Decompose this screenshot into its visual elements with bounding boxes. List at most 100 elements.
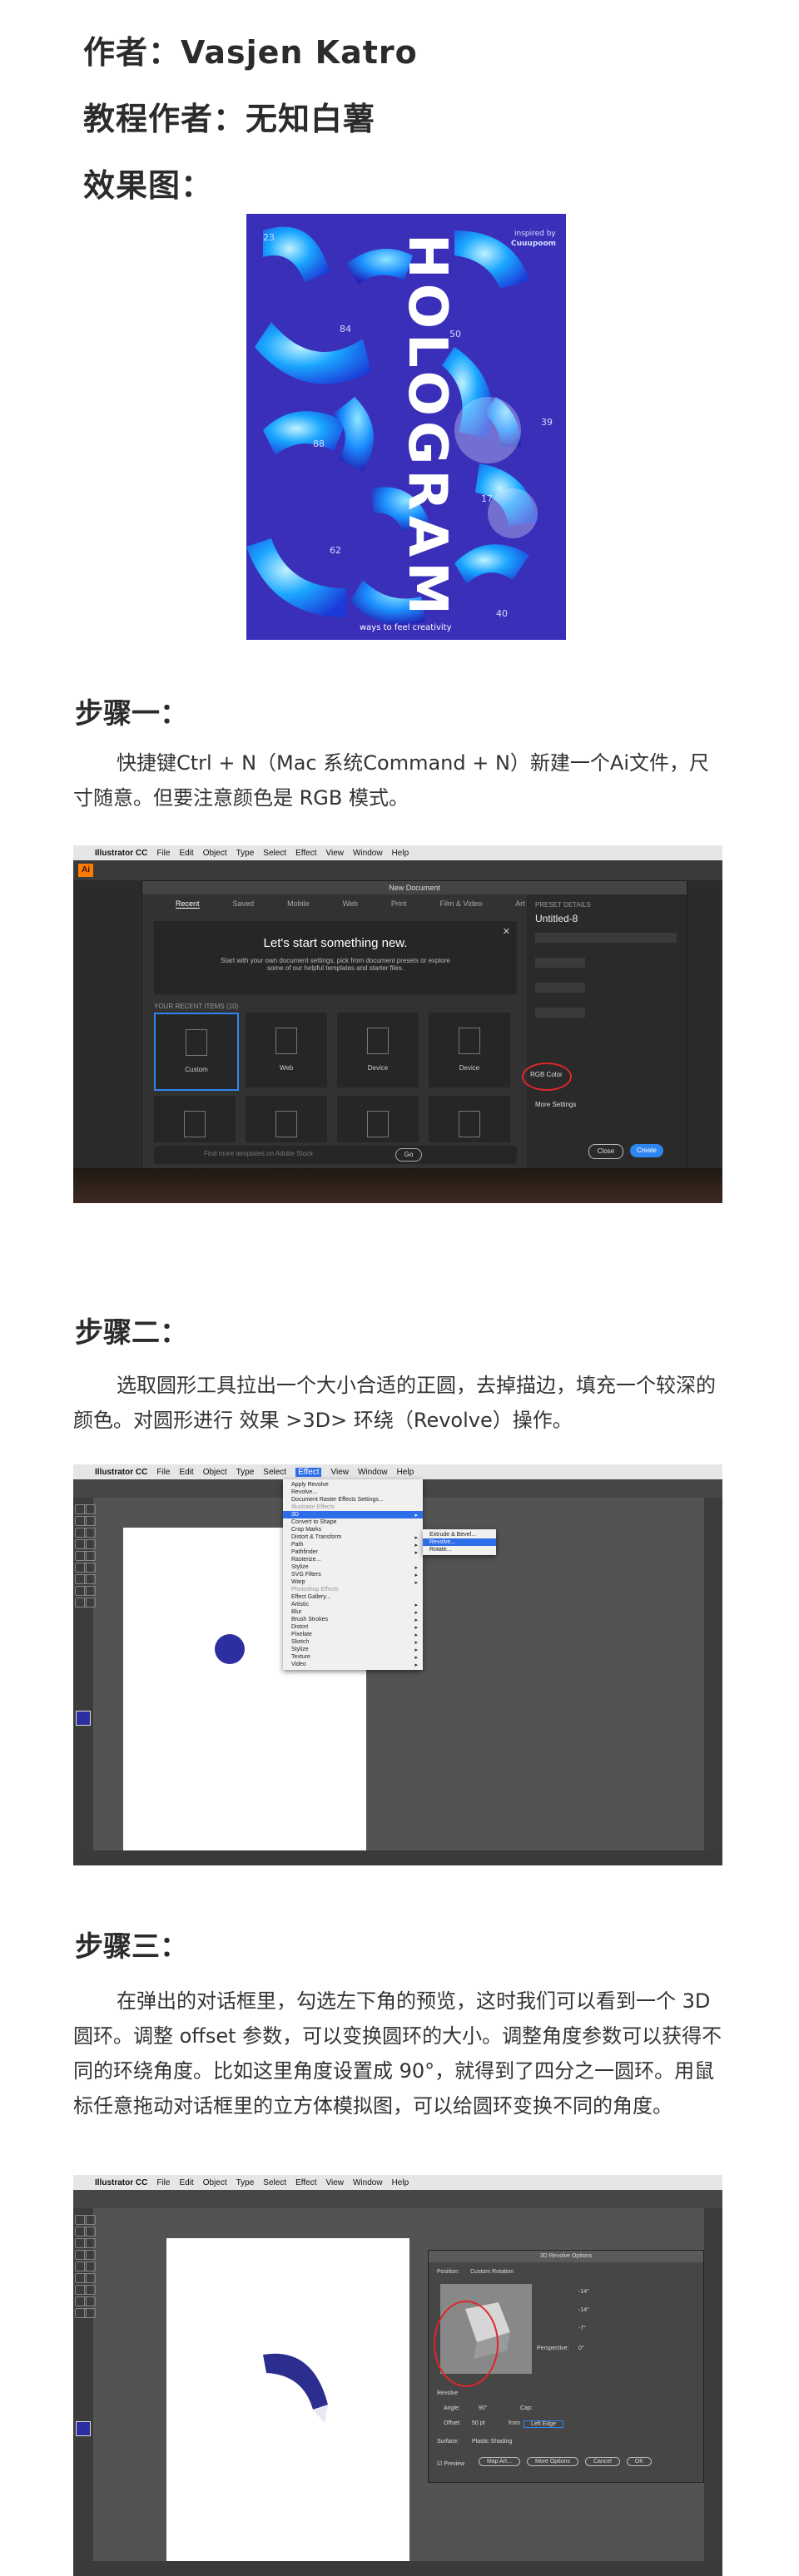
quarter-ring-shape[interactable] [246,2330,346,2430]
menu-view[interactable]: View [330,1468,349,1477]
circle-shape[interactable] [215,1634,245,1664]
effect-menu-item[interactable]: 3D ▸ [283,1511,423,1518]
more-options-button[interactable]: More Options [526,2457,578,2466]
more-settings-link[interactable]: More Settings [535,1101,576,1108]
tool-icon[interactable] [84,2215,96,2225]
menu-edit[interactable]: Edit [179,2178,193,2187]
surface-value[interactable]: Plastic Shading [472,2439,512,2445]
go-button[interactable]: Go [395,1148,422,1162]
rotation-y-value[interactable]: -14° [578,2307,589,2313]
close-button[interactable]: Close [588,1144,623,1159]
menu-window[interactable]: Window [353,849,383,858]
effect-menu-item[interactable]: Distort & Transform ▸ [283,1533,423,1541]
recent-item[interactable]: Device [429,1013,510,1087]
effect-menu-item[interactable]: Path ▸ [283,1541,423,1548]
tool-icon[interactable] [84,2227,96,2237]
menu-effect[interactable]: Effect [295,849,316,858]
effect-menu-item[interactable]: Brush Strokes ▸ [283,1616,423,1623]
tab-web[interactable]: Web [343,899,358,909]
menu-file[interactable]: File [156,1468,170,1477]
effect-menu-item[interactable]: Texture ▸ [283,1653,423,1661]
effect-menu-item[interactable]: Sketch ▸ [283,1638,423,1646]
dialog-tabs[interactable]: Recent Saved Mobile Web Print Film & Video Art… [176,899,568,909]
tab-film-video[interactable]: Film & Video [439,899,482,909]
tool-icon[interactable] [84,1598,96,1608]
tool-icon[interactable] [84,1528,96,1538]
effect-menu-item[interactable]: Effect Gallery... [283,1593,423,1601]
template-search[interactable]: Find more templates on Adobe Stock Go [154,1146,517,1164]
menu-help[interactable]: Help [392,2178,409,2187]
fill-swatch[interactable] [76,1711,91,1726]
offset-value[interactable]: 50 pt [472,2420,485,2426]
tab-saved[interactable]: Saved [233,899,255,909]
rotation-x-value[interactable]: -14° [578,2289,589,2295]
effect-menu-item[interactable]: Apply Revolve [283,1481,423,1489]
menu-window[interactable]: Window [353,2178,383,2187]
tool-icon[interactable] [84,2238,96,2248]
tool-icon[interactable] [84,2308,96,2318]
tool-icon[interactable] [84,2250,96,2260]
tool-icon[interactable] [84,1586,96,1596]
tool-icon[interactable] [84,1539,96,1549]
recent-item[interactable] [246,1096,327,1142]
rotation-z-value[interactable]: -7° [578,2326,586,2331]
menu-select[interactable]: Select [263,1468,286,1477]
menu-object[interactable]: Object [203,1468,227,1477]
menu-select[interactable]: Select [263,2178,286,2187]
tool-icon[interactable] [84,1551,96,1561]
effect-menu-item[interactable]: Artistic ▸ [283,1601,423,1608]
tool-icon[interactable] [84,2273,96,2283]
recent-item[interactable]: Web [246,1013,327,1087]
from-value[interactable]: Left Edge [524,2420,563,2428]
tool-icon[interactable] [84,2296,96,2306]
menu-object[interactable]: Object [203,849,227,858]
preview-checkbox[interactable]: ☑ Preview [437,2460,464,2467]
menu-window[interactable]: Window [358,1468,388,1477]
menu-file[interactable]: File [156,2178,170,2187]
preset-name[interactable]: Untitled-8 [535,913,578,924]
effect-menu-item[interactable]: Rasterize... [283,1556,423,1563]
recent-item[interactable] [429,1096,510,1142]
create-button[interactable]: Create [630,1144,663,1157]
tab-recent[interactable]: Recent [176,899,200,909]
effect-menu-item[interactable]: Stylize ▸ [283,1563,423,1571]
tool-icon[interactable] [84,1504,96,1514]
menu-help[interactable]: Help [397,1468,414,1477]
recent-item[interactable] [154,1096,236,1142]
menu-effect[interactable]: Effect [295,1467,322,1477]
recent-item[interactable]: Device [337,1013,419,1087]
menu-edit[interactable]: Edit [179,1468,193,1477]
effect-menu-item[interactable]: Document Raster Effects Settings... [283,1496,423,1503]
menu-edit[interactable]: Edit [179,849,193,858]
ok-button[interactable]: OK [626,2457,652,2466]
effect-menu-item[interactable]: Crop Marks [283,1526,423,1533]
effect-menu-item[interactable]: Stylize ▸ [283,1646,423,1653]
angle-value[interactable]: 90° [479,2405,488,2411]
menu-list[interactable]: File Edit Object Type Select Effect View Window… [156,2178,409,2187]
tab-mobile[interactable]: Mobile [287,899,310,909]
menu-file[interactable]: File [156,849,170,858]
submenu-item[interactable]: Revolve... [423,1538,496,1546]
effect-menu-item[interactable]: Pixelate ▸ [283,1631,423,1638]
menu-effect[interactable]: Effect [295,2178,316,2187]
recent-item[interactable] [337,1096,419,1142]
cancel-button[interactable]: Cancel [585,2457,620,2466]
menu-object[interactable]: Object [203,2178,227,2187]
effect-menu-item[interactable]: Video ▸ [283,1661,423,1668]
tool-icon[interactable] [84,2285,96,2295]
effect-menu-item[interactable]: Warp ▸ [283,1578,423,1586]
effect-menu-item[interactable]: SVG Filters ▸ [283,1571,423,1578]
menu-view[interactable]: View [325,849,344,858]
app-name[interactable]: Illustrator CC [95,849,147,858]
color-mode-select[interactable]: RGB Color [530,1071,563,1078]
effect-menu-item[interactable]: Pathfinder ▸ [283,1548,423,1556]
position-value[interactable]: Custom Rotation [470,2269,514,2275]
effect-menu-item[interactable]: Distort ▸ [283,1623,423,1631]
tool-icon[interactable] [84,1516,96,1526]
submenu-item[interactable]: Rotate... [423,1546,496,1553]
fill-swatch[interactable] [76,2421,91,2436]
menu-help[interactable]: Help [392,849,409,858]
close-icon[interactable]: ✕ [503,926,510,937]
perspective-value[interactable]: 0° [578,2346,584,2351]
menu-select[interactable]: Select [263,849,286,858]
